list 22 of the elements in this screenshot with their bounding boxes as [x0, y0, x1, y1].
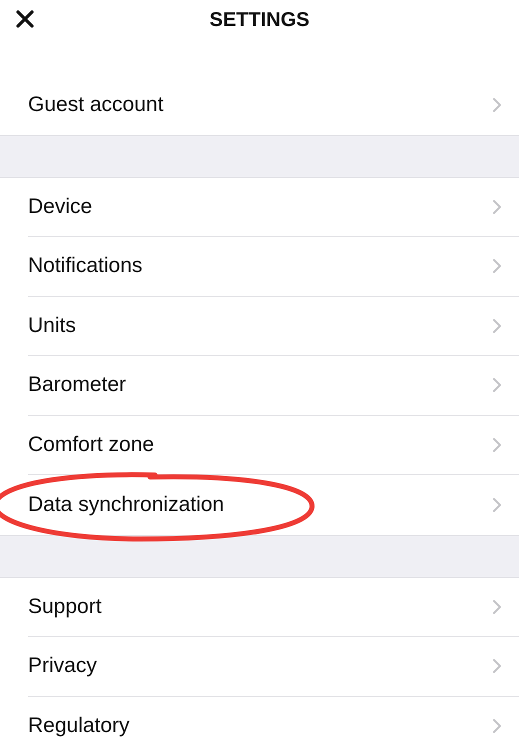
- settings-item[interactable]: Regulatory: [28, 696, 519, 747]
- chevron-icon: [492, 436, 502, 453]
- chevron-icon: [492, 598, 502, 615]
- page-title: SETTINGS: [209, 8, 310, 32]
- chevron-icon: [492, 658, 502, 674]
- settings-item[interactable]: Barometer: [28, 356, 519, 416]
- chevron-icon: [492, 198, 502, 215]
- settings-item[interactable]: Units: [28, 296, 519, 356]
- chevron-icon: [492, 718, 502, 734]
- settings-item[interactable]: Support: [28, 578, 519, 637]
- chevron-icon: [492, 258, 502, 274]
- settings-item[interactable]: Data synchronization: [28, 475, 519, 534]
- chevron-icon: [492, 377, 502, 394]
- chevron-icon: [492, 496, 502, 513]
- chevron-icon: [492, 96, 502, 113]
- close-icon[interactable]: [16, 10, 34, 28]
- settings-item[interactable]: Notifications: [28, 237, 519, 296]
- settings-item[interactable]: Guest account: [28, 75, 519, 134]
- settings-item[interactable]: Device: [28, 178, 519, 237]
- chevron-icon: [492, 318, 502, 334]
- settings-item[interactable]: Comfort zone: [28, 416, 519, 475]
- settings-item[interactable]: Privacy: [28, 637, 519, 696]
